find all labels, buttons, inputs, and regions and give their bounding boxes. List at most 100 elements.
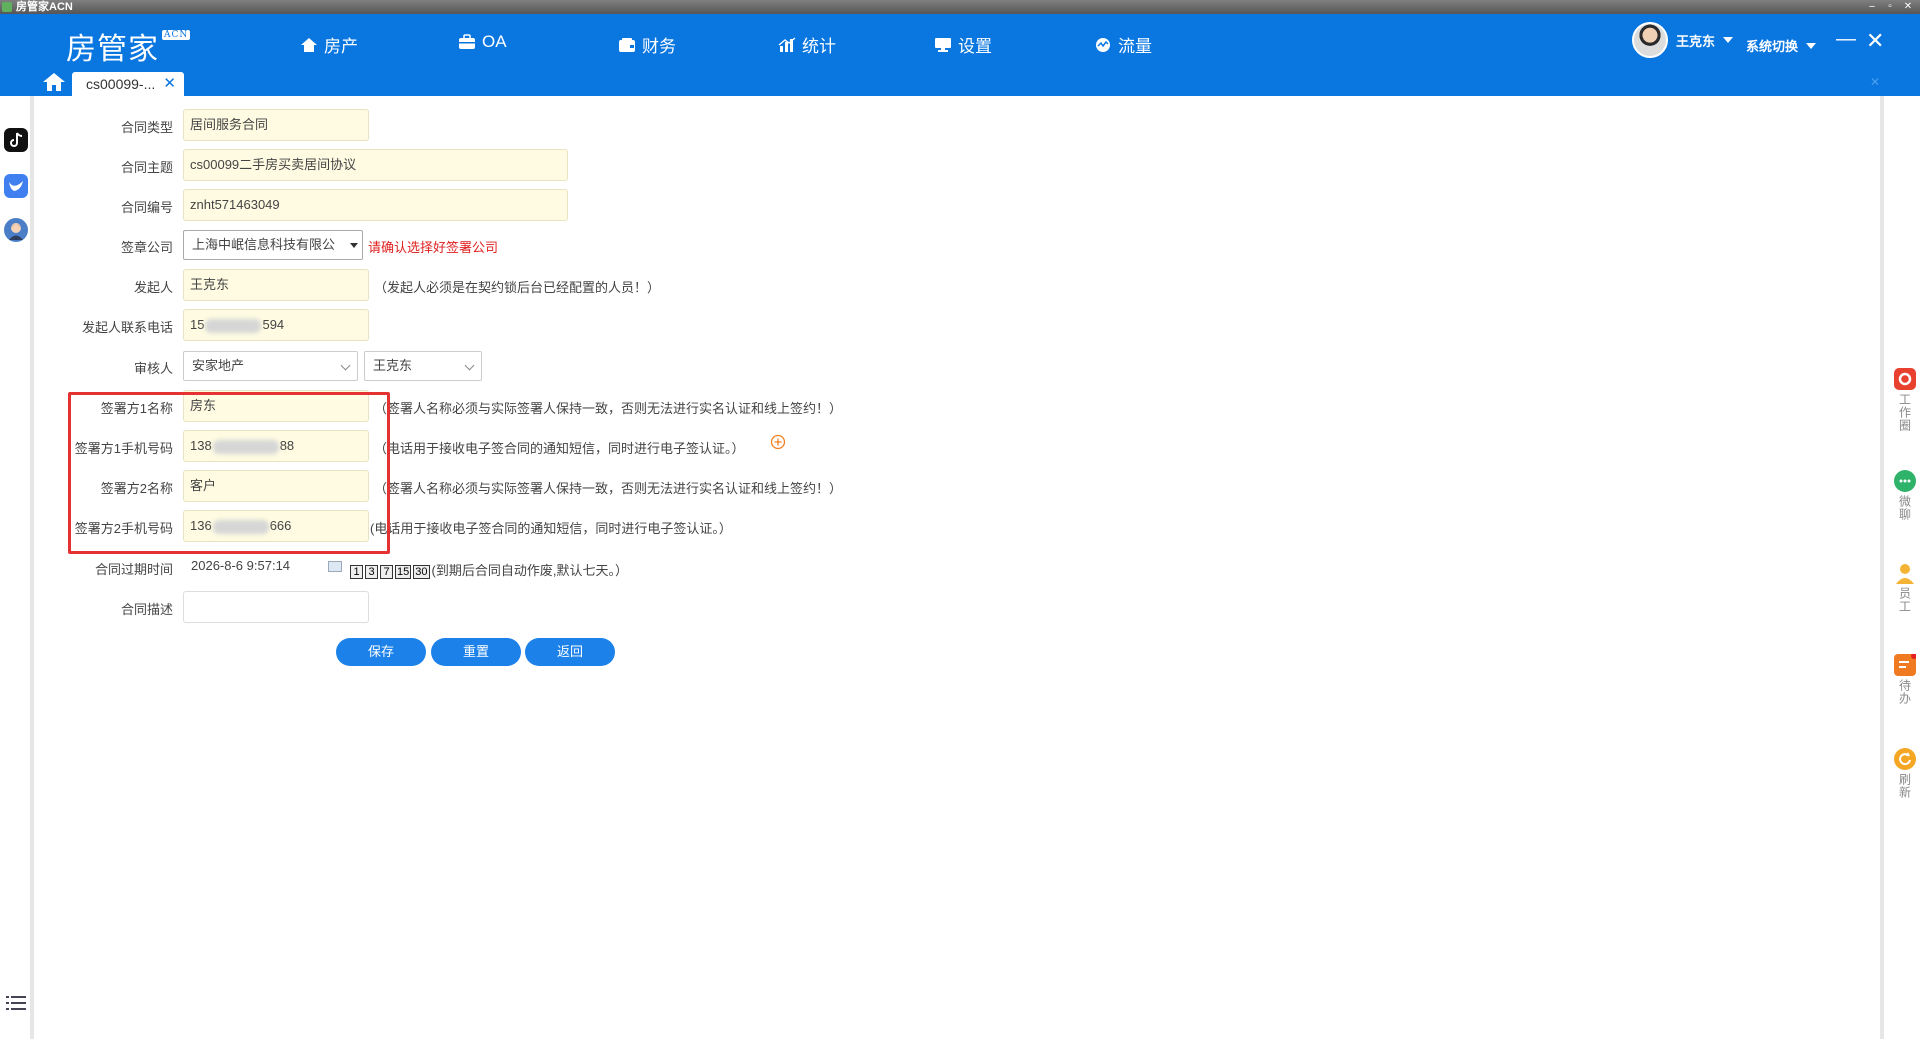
home-icon[interactable] <box>42 72 66 92</box>
form-row-signer1-name: 签署方1名称 房东 （签署人名称必须与实际签署人保持一致，否则无法进行实名认证和… <box>40 390 1040 422</box>
briefcase-icon <box>459 34 475 49</box>
expiry-days-3-button[interactable]: 3 <box>365 565 378 579</box>
nav-item-traffic[interactable]: 流量 <box>1094 32 1152 57</box>
nav-item-label: 房产 <box>324 37 358 56</box>
reviewer-label: 审核人 <box>133 361 173 376</box>
nav-item-statistics[interactable]: 统计 <box>778 32 836 57</box>
contract-number-label: 合同编号 <box>120 200 173 215</box>
assistant-avatar-icon[interactable] <box>4 218 28 242</box>
window-title: 房管家ACN <box>16 1 73 13</box>
signer2-phone-input[interactable]: 136 666 <box>183 510 369 542</box>
right-rail-todo[interactable]: 待办 <box>1890 653 1920 705</box>
signer1-name-input[interactable]: 房东 <box>183 390 369 422</box>
bird-app-icon[interactable] <box>4 174 28 198</box>
calendar-icon[interactable] <box>328 561 342 572</box>
initiator-note: （发起人必须是在契约锁后台已经配置的人员！） <box>374 280 661 295</box>
right-rail-refresh[interactable]: 刷新 <box>1890 748 1920 799</box>
seal-company-select[interactable]: 上海中岷信息科技有限公 <box>183 230 363 260</box>
expiry-days-30-button[interactable]: 30 <box>413 565 430 579</box>
contract-type-field[interactable]: 居间服务合同 <box>183 109 369 141</box>
form-row-signer2-name: 签署方2名称 客户 （签署人名称必须与实际签署人保持一致，否则无法进行实名认证和… <box>40 470 1040 502</box>
tab-contract[interactable]: cs00099-... ✕ <box>72 72 184 96</box>
signer2-name-note: （签署人名称必须与实际签署人保持一致，否则无法进行实名认证和线上签约！） <box>374 481 843 496</box>
reset-button[interactable]: 重置 <box>431 638 521 666</box>
save-button[interactable]: 保存 <box>336 638 426 666</box>
left-toolbar <box>0 96 34 1039</box>
add-circle-icon[interactable] <box>770 434 786 450</box>
expiry-datetime-input[interactable]: 2026-8-6 9:57:14 <box>183 551 345 583</box>
window-controls: – ▫ ✕ <box>1864 1 1916 13</box>
form-row-signer1-phone: 签署方1手机号码 138 88 （电话用于接收电子签合同的通知短信，同时进行电子签… <box>40 430 1040 462</box>
back-button[interactable]: 返回 <box>525 638 615 666</box>
window-close-button[interactable]: ✕ <box>1900 1 1916 13</box>
nav-item-label: 流量 <box>1118 37 1152 56</box>
minimize-icon[interactable]: — <box>1836 28 1856 51</box>
expiry-days-7-button[interactable]: 7 <box>380 565 393 579</box>
right-rail-label: 工作圈 <box>1897 393 1912 432</box>
signer1-phone-input[interactable]: 138 88 <box>183 430 369 462</box>
system-switch-menu[interactable]: 系统切换 <box>1746 36 1817 55</box>
signer2-phone-note: (电话用于接收电子签合同的通知短信，同时进行电子签认证。） <box>370 521 732 536</box>
description-input[interactable] <box>183 591 369 623</box>
phone-prefix: 136 <box>190 518 212 533</box>
tiktok-icon[interactable] <box>4 128 28 152</box>
contract-subject-input[interactable]: cs00099二手房买卖居间协议 <box>183 149 568 181</box>
signer2-name-label: 签署方2名称 <box>100 481 173 496</box>
system-switch-label: 系统切换 <box>1746 39 1799 54</box>
refresh-icon <box>1894 748 1916 770</box>
form-row-seal-company: 签章公司 上海中岷信息科技有限公 请确认选择好签署公司 <box>40 229 1040 261</box>
bar-chart-icon <box>778 37 796 52</box>
redacted-digits <box>205 318 262 333</box>
form-row-contract-subject: 合同主题 cs00099二手房买卖居间协议 <box>40 149 1040 181</box>
nav-item-property[interactable]: 房产 <box>300 32 358 57</box>
contract-number-input[interactable]: znht571463049 <box>183 189 568 221</box>
right-rail-staff[interactable]: 员工 <box>1890 562 1920 613</box>
nav-item-label: OA <box>482 32 507 51</box>
chevron-down-icon <box>340 360 351 371</box>
right-rail-work-circle[interactable]: 工作圈 <box>1890 368 1920 432</box>
close-all-tabs-icon[interactable]: ✕ <box>1870 75 1880 89</box>
seal-company-label: 签章公司 <box>120 240 173 255</box>
work-circle-icon <box>1894 368 1916 390</box>
avatar[interactable] <box>1632 22 1668 58</box>
user-menu[interactable]: 王克东 <box>1632 22 1734 58</box>
top-navigation: 房管家 ACN 房产 OA 财务 统计 设置 流量 王克东 系统切换 — ✕ <box>0 14 1920 67</box>
phone-suffix: 594 <box>262 317 285 332</box>
chevron-down-icon <box>1806 42 1817 49</box>
reviewer-department-value: 安家地产 <box>192 358 245 373</box>
nav-item-oa[interactable]: OA <box>458 32 507 52</box>
initiator-phone-input[interactable]: 15 594 <box>183 309 369 341</box>
window-restore-button[interactable]: ▫ <box>1882 1 1898 13</box>
reviewer-department-select[interactable]: 安家地产 <box>183 351 358 381</box>
brand-name: 房管家 <box>66 32 159 67</box>
right-rail-chat[interactable]: 微聊 <box>1890 470 1920 521</box>
form-actions: 保存 重置 返回 <box>40 638 1040 670</box>
expiry-quick-days: 1 3 7 15 30 (到期后合同自动作废,默认七天。） <box>350 560 628 579</box>
redacted-digits <box>212 439 279 454</box>
chevron-down-icon <box>464 360 475 371</box>
nav-item-finance[interactable]: 财务 <box>618 32 676 57</box>
window-minimize-button[interactable]: – <box>1864 1 1880 13</box>
house-icon <box>301 37 317 52</box>
tab-close-icon[interactable]: ✕ <box>163 72 176 96</box>
nav-item-label: 财务 <box>642 37 676 56</box>
seal-company-value: 上海中岷信息科技有限公 <box>192 237 336 252</box>
tab-label: cs00099-... <box>86 76 156 92</box>
expiry-days-1-button[interactable]: 1 <box>350 565 363 579</box>
reviewer-person-select[interactable]: 王克东 <box>364 351 482 381</box>
signer2-name-input[interactable]: 客户 <box>183 470 369 502</box>
reviewer-person-value: 王克东 <box>373 358 413 373</box>
expiry-note: (到期后合同自动作废,默认七天。） <box>431 563 628 578</box>
staff-person-icon <box>1894 562 1916 584</box>
right-rail-label: 待办 <box>1897 679 1912 705</box>
close-icon[interactable]: ✕ <box>1866 28 1884 54</box>
initiator-phone-label: 发起人联系电话 <box>81 320 173 335</box>
initiator-input[interactable]: 王克东 <box>183 269 369 301</box>
nav-item-settings[interactable]: 设置 <box>934 32 992 57</box>
brand-logo[interactable]: 房管家 ACN <box>66 24 191 68</box>
user-name: 王克东 <box>1676 33 1716 49</box>
form-row-contract-number: 合同编号 znht571463049 <box>40 189 1040 221</box>
signer1-phone-note: （电话用于接收电子签合同的通知短信，同时进行电子签认证。） <box>374 441 745 456</box>
list-menu-icon[interactable] <box>6 994 26 1012</box>
expiry-days-15-button[interactable]: 15 <box>395 565 412 579</box>
